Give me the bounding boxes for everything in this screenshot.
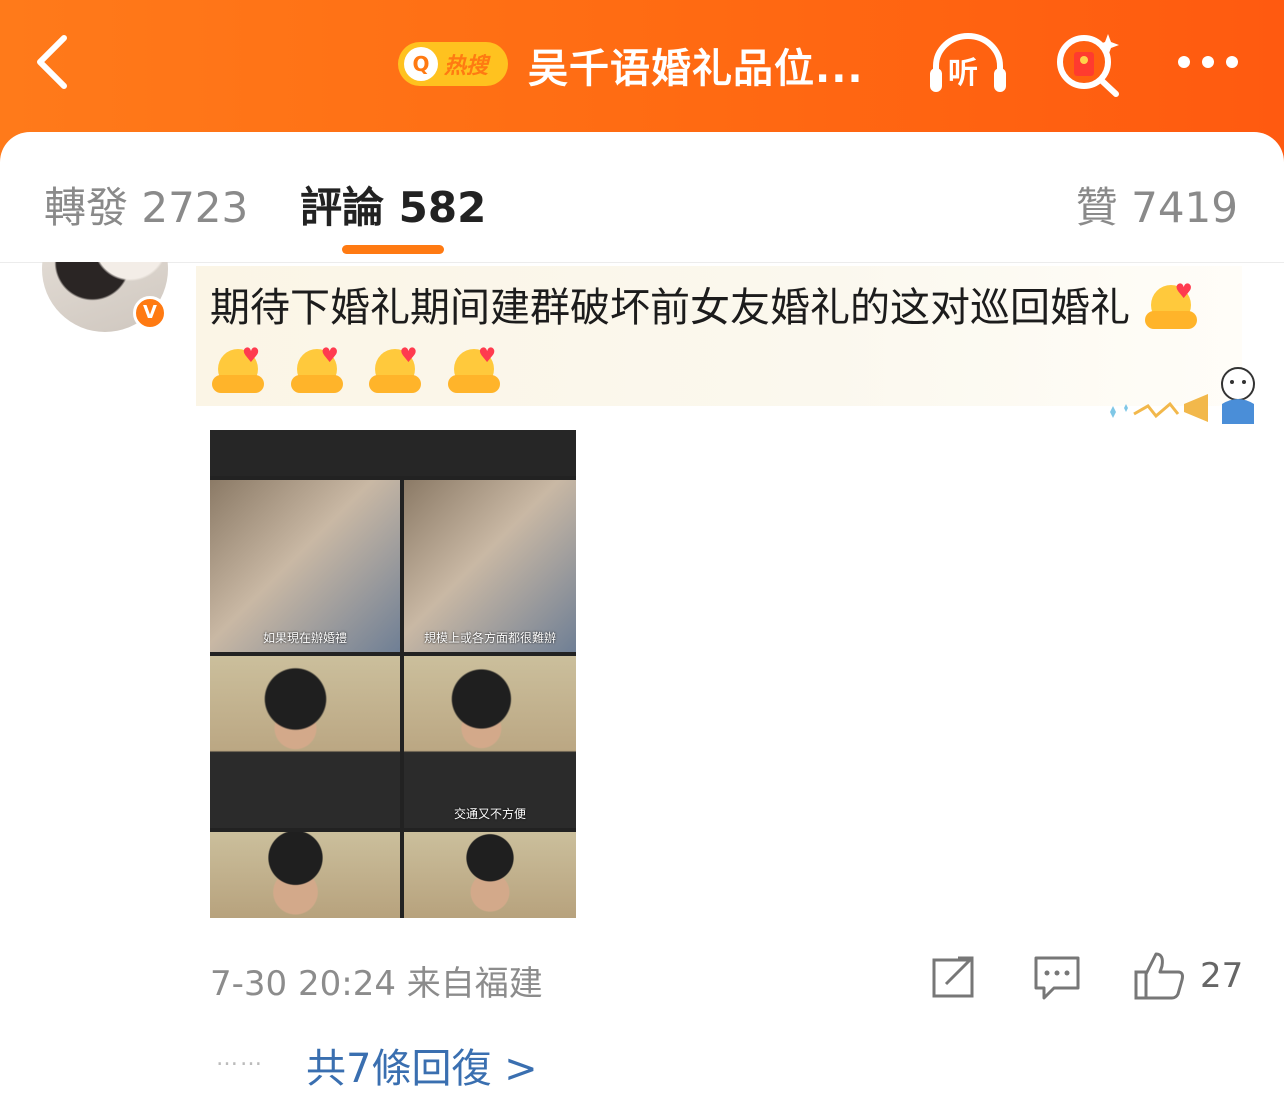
hug-emoji: ♥ bbox=[1143, 281, 1199, 331]
verified-badge: V bbox=[133, 296, 167, 330]
listen-button[interactable]: 听 bbox=[926, 28, 1010, 98]
photo-man: 交通又不方便 bbox=[404, 656, 576, 828]
comment-text: 期待下婚礼期间建群破坏前女友婚礼的这对巡回婚礼 bbox=[210, 285, 1130, 331]
more-dots-icon bbox=[1178, 56, 1238, 68]
photo-couple: 規模上或各方面都很難辦 bbox=[404, 480, 576, 652]
tab-repost[interactable]: 轉發 2723 bbox=[44, 174, 248, 235]
image-caption: 交通又不方便 bbox=[453, 807, 526, 821]
comment-time-location: 7-30 20:24 来自福建 bbox=[210, 964, 543, 1004]
hug-emoji: ♥ bbox=[367, 345, 423, 395]
hot-search-label: 热搜 bbox=[444, 54, 489, 79]
replies-dots: …… bbox=[216, 1046, 264, 1071]
photo-couple: 如果現在辦婚禮 bbox=[210, 480, 400, 652]
search-icon: Q bbox=[404, 47, 438, 81]
like-count: 27 bbox=[1200, 956, 1244, 996]
tab-likes[interactable]: 贊 7419 bbox=[1076, 174, 1238, 235]
red-envelope-search-icon bbox=[1057, 34, 1119, 97]
hug-emoji: ♥ bbox=[289, 345, 345, 395]
more-button[interactable] bbox=[1172, 40, 1244, 84]
chevron-left-icon bbox=[37, 35, 67, 89]
hug-emoji: ♥ bbox=[446, 345, 502, 395]
tab-comments[interactable]: 評論 582 bbox=[300, 174, 486, 235]
listen-label: 听 bbox=[948, 56, 978, 91]
hug-emoji: ♥ bbox=[210, 345, 266, 395]
view-replies-link[interactable]: 共7條回復 > bbox=[306, 1036, 538, 1094]
photo-man bbox=[404, 832, 576, 918]
photo-man bbox=[210, 656, 400, 828]
image-caption: 規模上或各方面都很難辦 bbox=[423, 631, 556, 645]
hot-search-badge[interactable]: Q 热搜 bbox=[398, 42, 508, 86]
thumbs-up-icon[interactable] bbox=[1132, 950, 1188, 1002]
active-tab-indicator bbox=[342, 245, 444, 254]
red-envelope-search-button[interactable] bbox=[1054, 28, 1124, 98]
comment-body[interactable]: 期待下婚礼期间建群破坏前女友婚礼的这对巡回婚礼 ♥ ♥ ♥ ♥ ♥ bbox=[210, 276, 1210, 404]
image-caption: 如果現在辦婚禮 bbox=[262, 631, 347, 645]
comment-image[interactable]: 如果現在辦婚禮 規模上或各方面都很難辦 交通又不方便 bbox=[210, 430, 576, 918]
back-button[interactable] bbox=[28, 30, 88, 94]
comment-icon[interactable] bbox=[1032, 950, 1082, 1002]
photo-man bbox=[210, 832, 400, 918]
megaphone-mascot-icon bbox=[1110, 367, 1255, 424]
repost-icon[interactable] bbox=[930, 950, 980, 1002]
page-title: 吴千语婚礼品位... bbox=[528, 46, 864, 92]
